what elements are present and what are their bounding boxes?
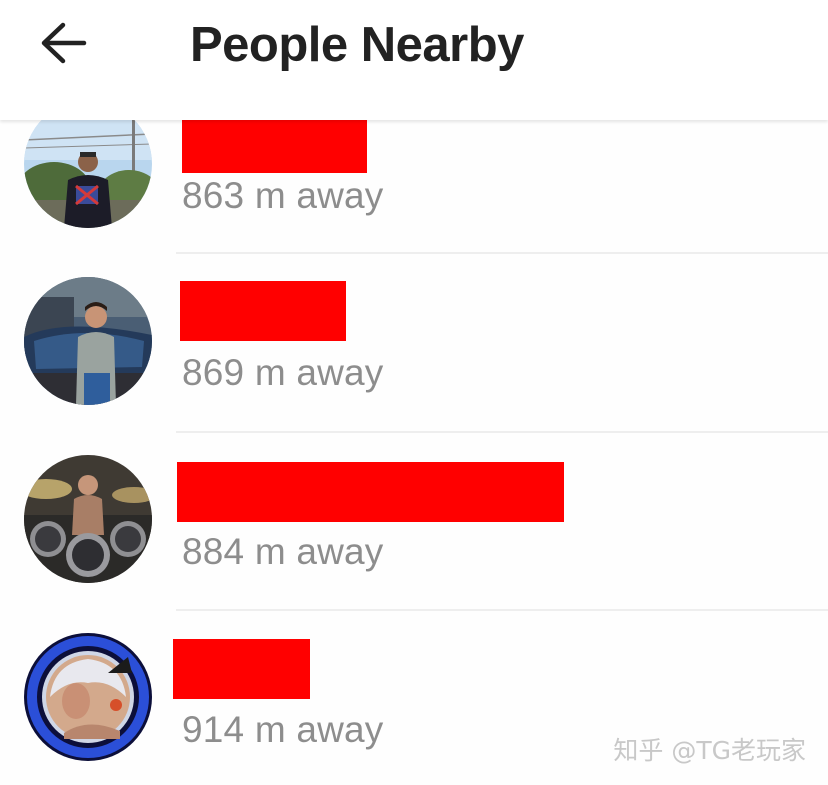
app-bar: People Nearby — [0, 0, 828, 120]
distance-label: 884 m away — [182, 531, 384, 572]
people-nearby-screen: 863 m away 869 m away 884 m away 914 m a… — [0, 0, 828, 785]
redacted-name — [173, 639, 310, 699]
distance-label: 863 m away — [182, 175, 384, 216]
distance-label: 914 m away — [182, 709, 384, 750]
distance-label: 869 m away — [182, 352, 384, 393]
avatar — [24, 277, 152, 405]
back-button[interactable] — [30, 14, 96, 76]
redacted-name — [177, 462, 564, 522]
page-title: People Nearby — [190, 18, 524, 72]
watermark: 知乎 @TG老玩家 — [613, 736, 806, 765]
avatar — [24, 455, 152, 583]
arrow-left-icon — [39, 21, 87, 70]
avatar — [24, 633, 152, 761]
redacted-name — [180, 281, 346, 341]
list-item[interactable]: 869 m away — [0, 254, 828, 433]
list-item[interactable]: 884 m away — [0, 432, 828, 611]
redacted-name — [182, 113, 367, 173]
